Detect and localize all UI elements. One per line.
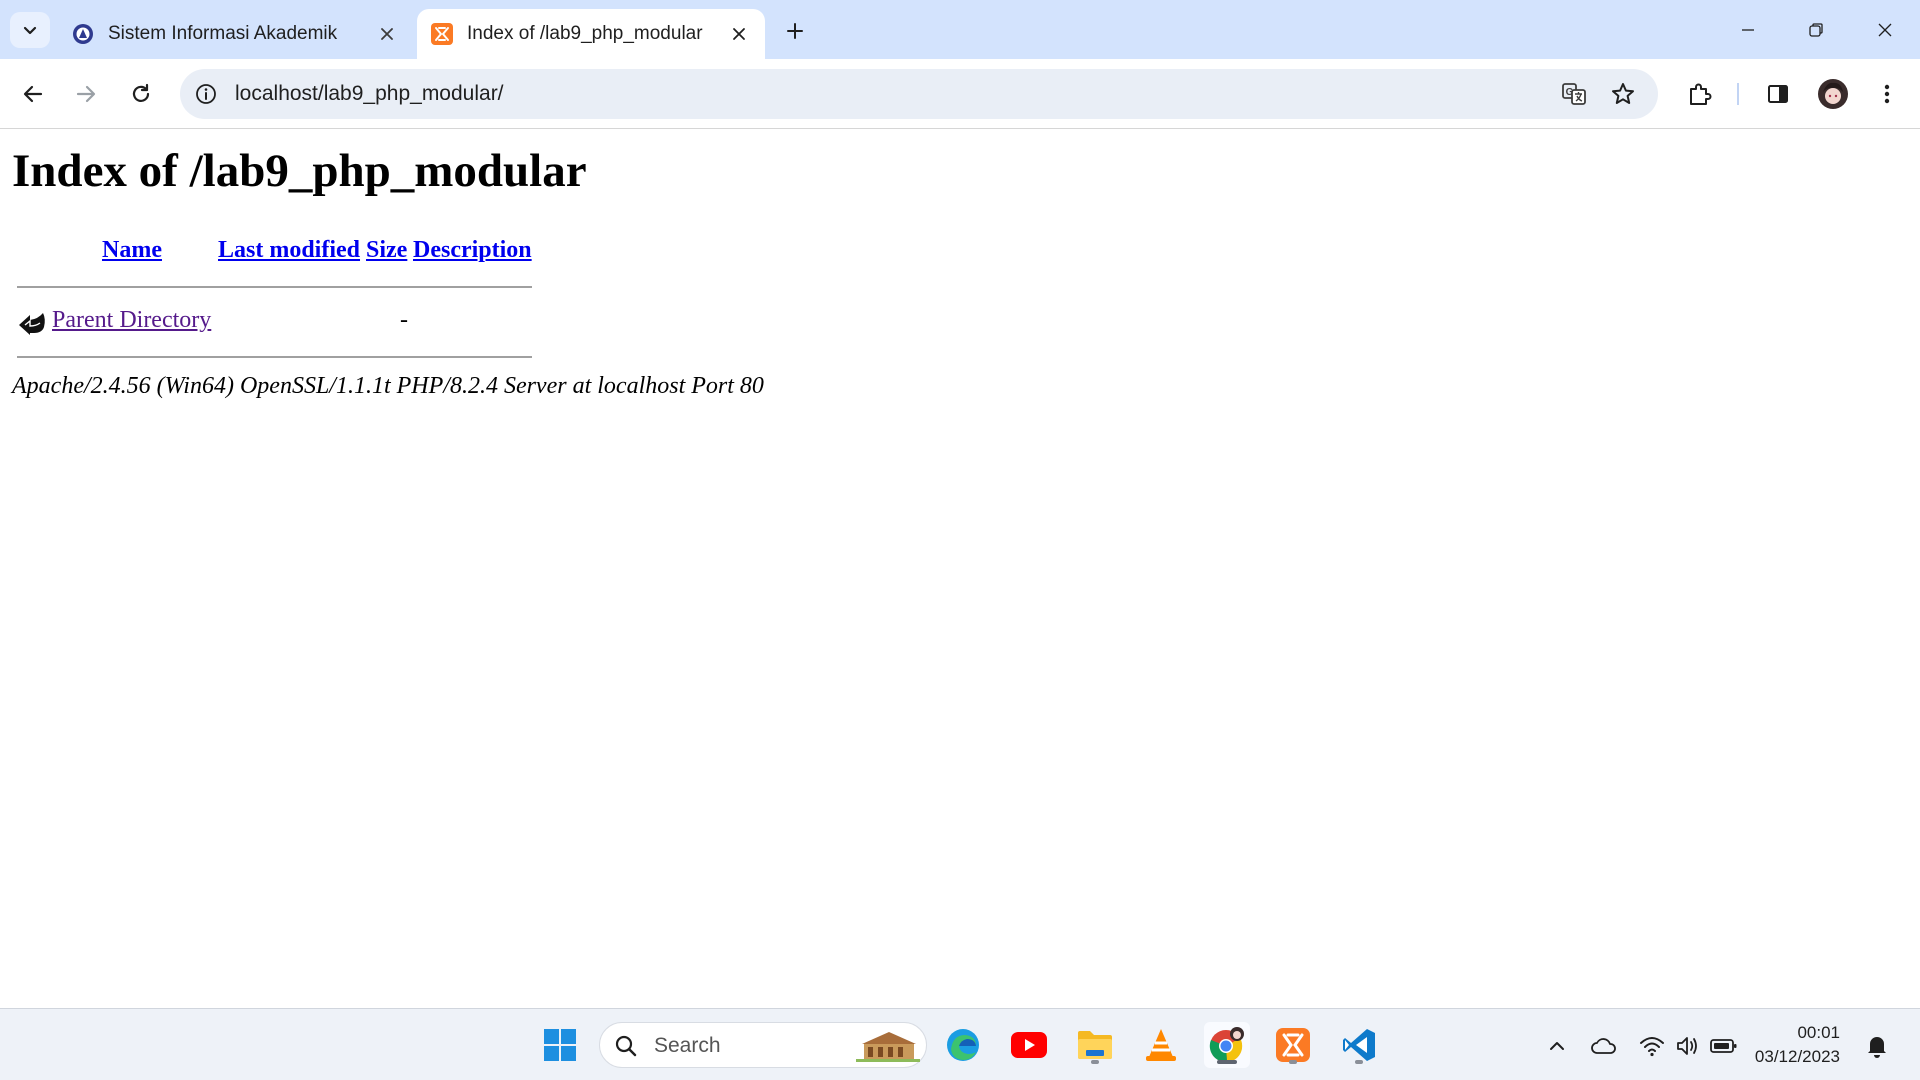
restore-icon <box>1809 22 1823 37</box>
tab-sistem-informasi[interactable]: Sistem Informasi Akademik <box>58 9 413 59</box>
close-icon <box>1878 23 1892 36</box>
column-header-last-modified[interactable]: Last modified <box>218 237 360 264</box>
running-indicator <box>1289 1060 1297 1064</box>
volume-tray[interactable] <box>1673 1031 1703 1061</box>
column-header-description[interactable]: Description <box>413 237 532 264</box>
chevron-down-icon <box>23 26 37 35</box>
taskbar-clock[interactable]: 00:01 03/12/2023 <box>1740 1021 1840 1069</box>
taskbar-app-xampp[interactable] <box>1270 1022 1316 1068</box>
reload-icon <box>132 83 150 102</box>
site-info-icon[interactable] <box>194 82 218 106</box>
taskbar-app-edge[interactable] <box>940 1022 986 1068</box>
forward-button[interactable] <box>66 74 106 114</box>
column-header-name[interactable]: Name <box>102 237 162 264</box>
side-panel-icon <box>1768 85 1788 103</box>
taskbar-app-file-explorer[interactable] <box>1072 1022 1118 1068</box>
arrow-right-icon <box>76 85 96 103</box>
side-panel-button[interactable] <box>1760 76 1796 112</box>
battery-tray[interactable] <box>1709 1031 1739 1061</box>
browser-toolbar: localhost/lab9_php_modular/ G <box>0 59 1920 129</box>
clock-date: 03/12/2023 <box>1754 1047 1840 1066</box>
edge-icon <box>947 1029 979 1061</box>
tab-title: Sistem Informasi Akademik <box>108 23 338 44</box>
notifications-button[interactable] <box>1862 1031 1892 1061</box>
divider <box>17 356 532 358</box>
puzzle-piece-icon <box>1690 83 1712 105</box>
search-placeholder: Search <box>654 1034 721 1057</box>
new-tab-button[interactable] <box>776 12 814 50</box>
column-header-size[interactable]: Size <box>366 237 407 264</box>
minimize-icon <box>1742 28 1754 31</box>
taskbar-search[interactable]: Search <box>599 1022 927 1068</box>
speaker-icon <box>1677 1037 1697 1055</box>
translate-icon[interactable]: G <box>1560 80 1588 108</box>
toolbar-separator <box>1737 83 1739 105</box>
profile-avatar[interactable] <box>1815 76 1851 112</box>
row-size: - <box>400 307 408 333</box>
taskbar: Search 00:01 03/12/2023 <box>0 1008 1920 1080</box>
battery-icon <box>1710 1039 1737 1053</box>
network-tray[interactable] <box>1637 1031 1667 1061</box>
tab-strip: Sistem Informasi Akademik Index of /lab9… <box>0 0 1920 59</box>
parent-directory-link[interactable]: Parent Directory <box>52 307 211 334</box>
chrome-menu-button[interactable] <box>1869 76 1905 112</box>
vlc-cone-icon <box>1146 1029 1176 1061</box>
back-button[interactable] <box>13 74 53 114</box>
arrow-left-icon <box>23 85 43 103</box>
close-tab-icon[interactable] <box>727 22 751 46</box>
page-content: Index of /lab9_php_modular Name Last mod… <box>0 130 1920 1008</box>
tab-title: Index of /lab9_php_modular <box>467 23 703 44</box>
page-title: Index of /lab9_php_modular <box>12 145 587 197</box>
vscode-icon <box>1343 1029 1375 1061</box>
extensions-button[interactable] <box>1681 76 1717 112</box>
university-seal-icon <box>72 23 94 45</box>
running-indicator <box>1355 1060 1363 1064</box>
url-text[interactable]: localhost/lab9_php_modular/ <box>235 69 504 119</box>
divider <box>17 286 532 288</box>
wifi-icon <box>1640 1037 1664 1057</box>
running-indicator <box>1217 1060 1237 1064</box>
tab-search-button[interactable] <box>10 12 50 48</box>
address-bar[interactable]: localhost/lab9_php_modular/ G <box>180 69 1658 119</box>
onedrive-tray[interactable] <box>1589 1031 1619 1061</box>
taskbar-app-youtube[interactable] <box>1006 1022 1052 1068</box>
chevron-up-icon <box>1550 1042 1564 1050</box>
bookmark-star-icon[interactable] <box>1609 80 1637 108</box>
windows-logo-icon <box>544 1029 576 1061</box>
folder-icon <box>1078 1031 1112 1059</box>
reload-button[interactable] <box>121 74 161 114</box>
xampp-icon <box>1276 1028 1310 1062</box>
clock-time: 00:01 <box>1797 1023 1840 1042</box>
taskbar-app-chrome[interactable] <box>1204 1022 1250 1068</box>
close-tab-icon[interactable] <box>375 22 399 46</box>
show-hidden-icons-button[interactable] <box>1542 1031 1572 1061</box>
plus-icon <box>787 23 803 39</box>
search-icon <box>615 1035 637 1057</box>
youtube-icon <box>1011 1032 1047 1058</box>
profile-avatar-icon <box>1818 79 1848 109</box>
xampp-icon <box>431 23 453 45</box>
running-indicator <box>1091 1060 1099 1064</box>
start-button[interactable] <box>537 1022 583 1068</box>
back-arrow-icon <box>19 313 45 335</box>
server-signature: Apache/2.4.56 (Win64) OpenSSL/1.1.1t PHP… <box>12 373 764 399</box>
taskbar-app-vscode[interactable] <box>1336 1022 1382 1068</box>
bell-icon <box>1868 1037 1886 1058</box>
taskbar-app-vlc[interactable] <box>1138 1022 1184 1068</box>
restore-button[interactable] <box>1781 0 1851 59</box>
minimize-button[interactable] <box>1713 0 1783 59</box>
cloud-icon <box>1591 1038 1616 1054</box>
tab-index-lab9[interactable]: Index of /lab9_php_modular <box>417 9 765 59</box>
close-window-button[interactable] <box>1850 0 1920 59</box>
more-vertical-icon <box>1884 84 1890 104</box>
chrome-icon <box>1209 1027 1244 1063</box>
search-highlight-illustration-icon <box>856 1032 920 1062</box>
